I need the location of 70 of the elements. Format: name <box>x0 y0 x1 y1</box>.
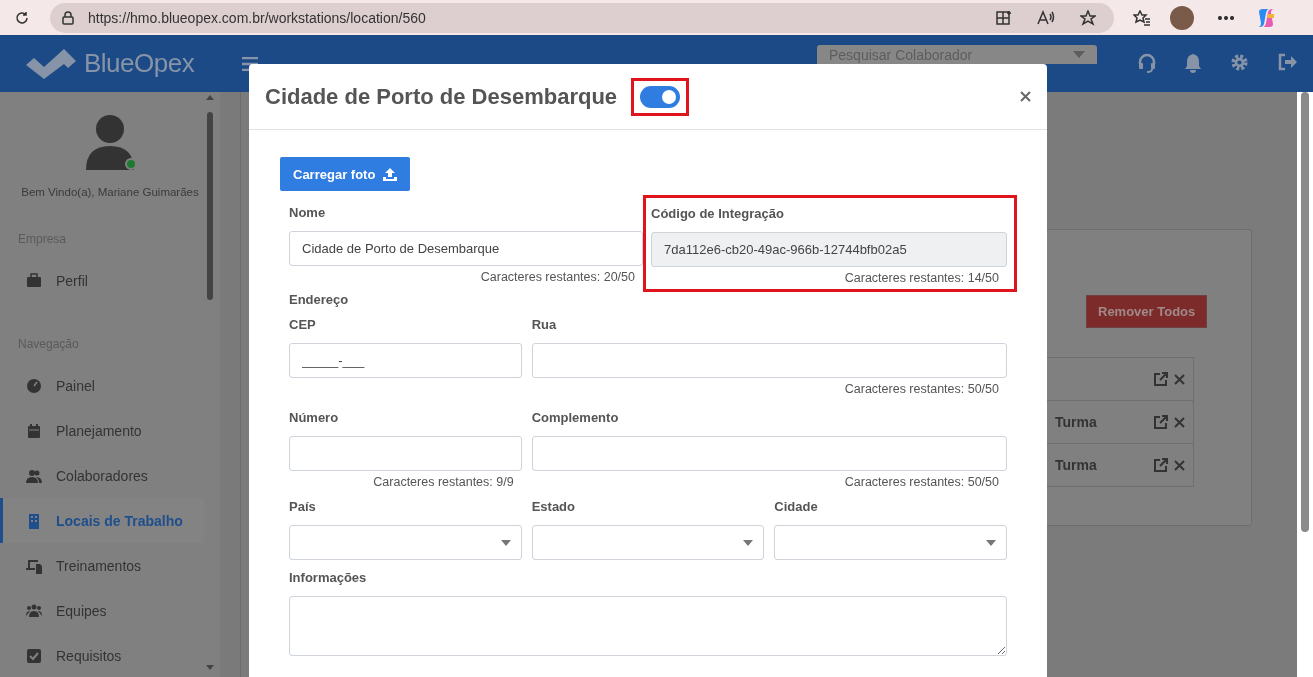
upload-photo-button[interactable]: Carregar foto <box>280 157 411 191</box>
text-field[interactable]: Cidade de Porto de Desembarque <box>289 231 643 266</box>
briefcase-icon <box>26 272 42 289</box>
sidebar-item[interactable]: Perfil <box>0 258 204 303</box>
caret-icon <box>743 539 754 546</box>
assistant-icon <box>1256 7 1276 28</box>
field-label: Cidade <box>774 499 819 514</box>
external-link-icon <box>1154 458 1168 472</box>
checkbox-icon <box>26 647 42 664</box>
calendar-icon <box>26 422 42 439</box>
active-toggle[interactable] <box>640 85 681 108</box>
people-icon <box>26 467 42 484</box>
welcome-text: Bem Vindo(a), Mariane Guimarães <box>21 186 199 198</box>
modal-title: Cidade de Porto de Desembarque <box>265 83 618 110</box>
table-cell: Turma <box>1055 414 1097 430</box>
bell-icon <box>1184 53 1202 73</box>
sidebar-item[interactable]: Treinamentos <box>0 543 204 588</box>
upload-icon <box>383 167 398 181</box>
sidebar-item[interactable]: Colaboradores <box>0 453 204 498</box>
text-field[interactable] <box>531 436 1007 471</box>
sidebar-item[interactable]: Painel <box>0 363 204 408</box>
logo-text: BlueOpex <box>84 48 195 79</box>
close-icon <box>1174 459 1185 471</box>
star-list-icon <box>1133 9 1151 26</box>
devices-icon <box>26 557 42 574</box>
text-field[interactable] <box>531 343 1007 378</box>
remove-all-button[interactable]: Remover Todos <box>1086 295 1208 328</box>
caret-icon <box>986 539 996 546</box>
star-icon <box>1080 9 1096 26</box>
character-counter: Caracteres restantes: 50/50 <box>843 475 1000 489</box>
section-heading: Endereço <box>289 292 350 307</box>
field-label: Nome <box>289 205 327 220</box>
sidebar-item[interactable]: Planejamento <box>0 408 204 453</box>
logout-icon <box>1278 53 1297 71</box>
character-counter: Caracteres restantes: 14/50 <box>843 271 1000 285</box>
group-icon <box>26 602 42 619</box>
more-icon <box>1218 15 1234 20</box>
external-link-icon <box>1154 372 1168 386</box>
profile-avatar[interactable] <box>1170 5 1194 30</box>
field-label: Informações <box>289 570 368 585</box>
close-icon <box>1020 91 1031 102</box>
table-cell: Turma <box>1055 457 1097 473</box>
text-field[interactable]: _____-___ <box>289 343 522 378</box>
read-aloud-icon <box>1037 9 1055 26</box>
character-counter: Caracteres restantes: 9/9 <box>372 475 515 489</box>
gauge-icon <box>26 377 42 394</box>
field-label: Estado <box>531 499 576 514</box>
field-label: País <box>289 499 317 514</box>
caret-icon <box>500 539 511 546</box>
character-counter: Caracteres restantes: 50/50 <box>843 382 1000 396</box>
text-field[interactable] <box>289 436 522 471</box>
character-counter: Caracteres restantes: 20/50 <box>479 270 636 284</box>
caret-icon <box>1073 51 1085 58</box>
settings-icon <box>1230 53 1249 72</box>
reload-icon <box>14 9 30 26</box>
logo-check-icon <box>26 48 78 79</box>
close-icon <box>1174 416 1185 428</box>
lock-icon <box>62 10 74 25</box>
building-icon <box>26 512 42 529</box>
sidebar-item[interactable]: Equipes <box>0 588 204 633</box>
field-label: Código de Integração <box>651 206 785 221</box>
field-label: Complemento <box>531 410 620 425</box>
close-icon <box>1174 373 1185 385</box>
sidebar-item[interactable]: Requisitos <box>0 633 204 677</box>
headset-icon <box>1137 53 1157 73</box>
field-label: CEP <box>289 317 317 332</box>
field-label: Rua <box>531 317 558 332</box>
field-label: Número <box>289 410 340 425</box>
grid-plus-icon <box>996 9 1012 26</box>
external-link-icon <box>1154 415 1168 429</box>
